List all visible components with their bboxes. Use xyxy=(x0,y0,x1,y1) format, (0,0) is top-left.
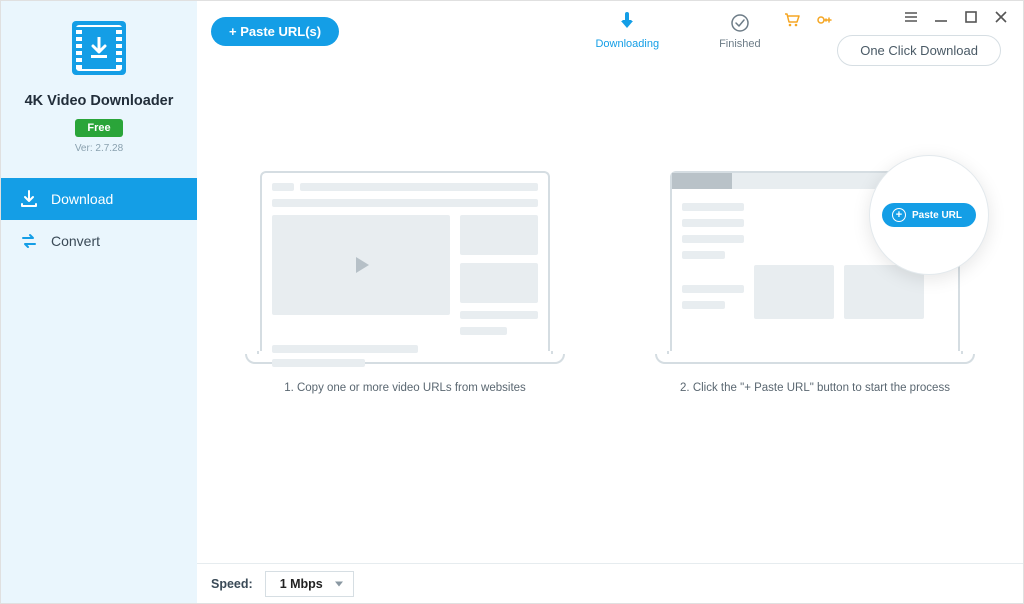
sidebar-item-label: Convert xyxy=(51,233,100,249)
sidebar-item-label: Download xyxy=(51,191,113,207)
tab-downloading[interactable]: Downloading xyxy=(595,12,659,50)
app-title: 4K Video Downloader xyxy=(25,93,174,109)
illustration-laptop-1 xyxy=(245,171,565,364)
plus-icon: + xyxy=(892,208,906,222)
maximize-icon[interactable] xyxy=(963,9,979,25)
paste-url-mini-button: + Paste URL xyxy=(882,203,976,227)
bottom-bar: Speed: 1 Mbps xyxy=(197,563,1023,603)
app-window: 4K Video Downloader Free Ver: 2.7.28 Dow… xyxy=(0,0,1024,604)
version-label: Ver: 2.7.28 xyxy=(75,143,123,154)
download-icon xyxy=(19,189,39,209)
downloading-icon xyxy=(616,12,638,34)
app-logo-icon xyxy=(72,21,126,75)
step-1-text: 1. Copy one or more video URLs from webs… xyxy=(284,382,526,394)
paste-mini-label: Paste URL xyxy=(912,210,962,221)
speed-value: 1 Mbps xyxy=(280,577,323,591)
play-icon xyxy=(272,215,450,315)
menu-icon[interactable] xyxy=(903,9,919,25)
step-2: + Paste URL 2. Click the "+ Paste URL" b… xyxy=(640,171,990,394)
convert-icon xyxy=(19,231,39,251)
top-utility-icons xyxy=(783,11,833,29)
step-2-text: 2. Click the "+ Paste URL" button to sta… xyxy=(680,382,950,394)
download-arrow-icon xyxy=(89,37,109,59)
speed-select[interactable]: 1 Mbps xyxy=(265,571,354,597)
illustration-laptop-2: + Paste URL xyxy=(655,171,975,364)
main-area: + Paste URL(s) Downloading Finished xyxy=(197,1,1023,603)
tab-label: Finished xyxy=(719,38,761,50)
topbar: + Paste URL(s) Downloading Finished xyxy=(197,1,1023,61)
free-badge: Free xyxy=(75,119,122,137)
one-click-download-button[interactable]: One Click Download xyxy=(837,35,1001,66)
window-controls xyxy=(903,9,1009,25)
cart-icon[interactable] xyxy=(783,11,801,29)
tab-finished[interactable]: Finished xyxy=(719,12,761,50)
magnifier-callout: + Paste URL xyxy=(869,155,989,275)
sidebar-nav: Download Convert xyxy=(1,178,197,262)
film-strip-icon xyxy=(76,25,122,71)
finished-icon xyxy=(729,12,751,34)
tab-label: Downloading xyxy=(595,38,659,50)
sidebar-item-convert[interactable]: Convert xyxy=(1,220,197,262)
content-area: 1. Copy one or more video URLs from webs… xyxy=(197,61,1023,563)
sidebar-item-download[interactable]: Download xyxy=(1,178,197,220)
minimize-icon[interactable] xyxy=(933,9,949,25)
close-icon[interactable] xyxy=(993,9,1009,25)
speed-label: Speed: xyxy=(211,577,253,591)
paste-url-button[interactable]: + Paste URL(s) xyxy=(211,17,339,46)
step-1: 1. Copy one or more video URLs from webs… xyxy=(230,171,580,394)
key-icon[interactable] xyxy=(815,11,833,29)
brand-block: 4K Video Downloader Free Ver: 2.7.28 xyxy=(1,1,197,164)
sidebar: 4K Video Downloader Free Ver: 2.7.28 Dow… xyxy=(1,1,197,603)
